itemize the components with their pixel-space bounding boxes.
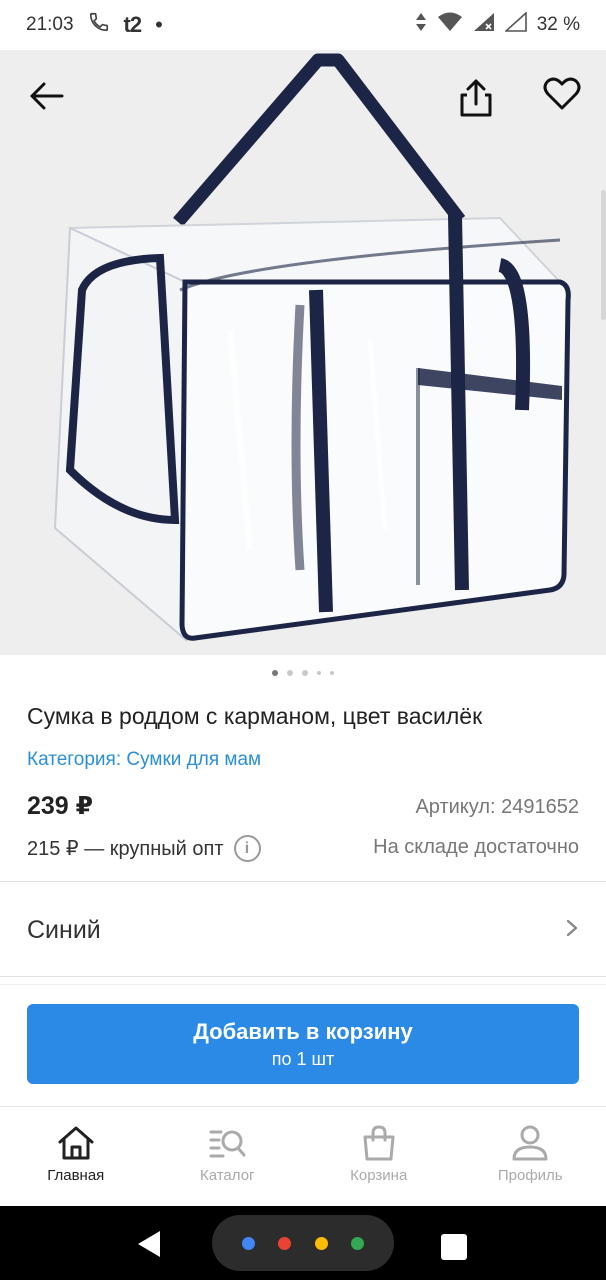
- status-bar: 21:03 t2 • 32 %: [0, 0, 606, 50]
- nav-label-cart: Корзина: [350, 1167, 408, 1184]
- notification-dot: •: [155, 12, 163, 37]
- product-price: 239 ₽: [27, 792, 94, 820]
- add-to-cart-label: Добавить в корзину: [193, 1018, 413, 1044]
- variant-label: Синий: [27, 915, 101, 944]
- product-image[interactable]: [0, 50, 606, 655]
- favorite-button[interactable]: [538, 70, 586, 118]
- stock-status: На складе достаточно: [373, 836, 579, 858]
- data-arrows-icon: [415, 12, 427, 38]
- triangle-back-icon: [138, 1231, 160, 1257]
- variant-selector[interactable]: Синий: [0, 884, 606, 976]
- system-recents-button[interactable]: [441, 1234, 467, 1260]
- bag-illustration: [53, 53, 571, 643]
- arrow-left-icon: [30, 82, 64, 110]
- wifi-icon: [437, 12, 463, 38]
- pager-dot-active: [272, 670, 278, 676]
- info-icon[interactable]: i: [233, 835, 261, 862]
- add-to-cart-quantity: по 1 шт: [271, 1048, 335, 1069]
- product-sku: Артикул: 2491652: [415, 796, 579, 818]
- assistant-dot-red: [278, 1236, 292, 1250]
- shopping-bag-icon: [363, 1125, 395, 1161]
- share-icon: [460, 79, 492, 117]
- call-icon: [88, 11, 110, 39]
- home-icon: [58, 1126, 94, 1160]
- nav-label-home: Главная: [47, 1167, 105, 1184]
- system-back-button[interactable]: [136, 1230, 162, 1263]
- back-button[interactable]: [22, 72, 70, 120]
- system-navigation-bar: [0, 1206, 606, 1280]
- signal-empty-icon: [503, 11, 527, 38]
- system-home-button[interactable]: [212, 1215, 394, 1271]
- nav-item-cart[interactable]: Корзина: [303, 1107, 455, 1206]
- pager-dot: [302, 670, 308, 676]
- wholesale-text: 215 ₽ — крупный опт: [27, 838, 224, 860]
- divider: [0, 984, 606, 985]
- category-link[interactable]: Категория: Сумки для мам: [27, 749, 261, 771]
- image-pager: [0, 670, 606, 676]
- chevron-right-icon: [565, 918, 579, 943]
- status-time: 21:03: [26, 14, 74, 35]
- assistant-dot-yellow: [314, 1236, 328, 1250]
- profile-icon: [512, 1125, 548, 1161]
- signal-icon: [473, 12, 495, 38]
- share-button[interactable]: [452, 74, 500, 122]
- nav-label-catalog: Каталог: [199, 1167, 255, 1184]
- pager-dot: [287, 670, 293, 676]
- divider: [0, 881, 606, 882]
- nav-item-home[interactable]: Главная: [0, 1107, 152, 1206]
- heart-icon: [543, 77, 581, 110]
- product-title: Сумка в роддом с карманом, цвет василёк: [27, 703, 483, 729]
- pager-dot: [330, 671, 334, 675]
- catalog-search-icon: [209, 1130, 246, 1158]
- nav-label-profile: Профиль: [497, 1167, 563, 1184]
- add-to-cart-button[interactable]: Добавить в корзину по 1 шт: [27, 1004, 579, 1084]
- nav-item-catalog[interactable]: Каталог: [152, 1107, 304, 1206]
- bottom-navigation: Главная Каталог Корзина Профиль: [0, 1106, 606, 1206]
- wholesale-price: 215 ₽ — крупный опт i: [27, 835, 261, 862]
- pager-dot: [317, 671, 321, 675]
- battery-percent: 32 %: [536, 14, 580, 35]
- divider: [0, 976, 606, 977]
- assistant-dot-blue: [241, 1236, 255, 1250]
- carrier-label: t2: [123, 12, 143, 37]
- scroll-indicator: [601, 190, 606, 320]
- assistant-dot-green: [351, 1236, 365, 1250]
- nav-item-profile[interactable]: Профиль: [455, 1107, 606, 1206]
